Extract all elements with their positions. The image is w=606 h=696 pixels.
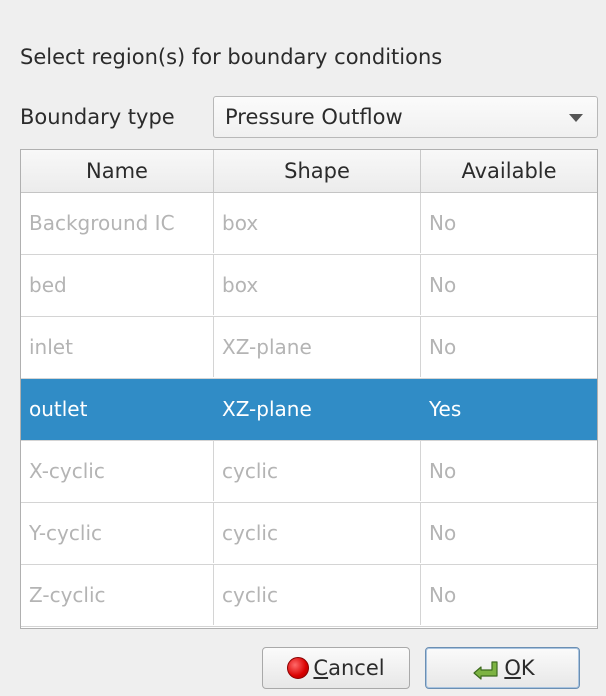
column-header-available[interactable]: Available xyxy=(421,150,597,192)
boundary-type-label: Boundary type xyxy=(20,105,175,129)
chevron-down-icon xyxy=(569,114,583,122)
cell-shape: cyclic xyxy=(214,565,421,625)
cell-name: Z-cyclic xyxy=(21,565,214,625)
cell-shape: XZ-plane xyxy=(214,317,421,377)
cell-available: No xyxy=(429,521,457,545)
table-row[interactable]: bed box No xyxy=(21,255,597,317)
cell-shape: cyclic xyxy=(214,441,421,501)
cell-shape: box xyxy=(214,193,421,253)
cell-name: Y-cyclic xyxy=(21,503,214,563)
cell-shape: XZ-plane xyxy=(214,379,421,439)
stop-circle-icon xyxy=(287,657,310,679)
table-row[interactable]: inlet XZ-plane No xyxy=(21,317,597,379)
cancel-label: Cancel xyxy=(313,656,385,680)
cell-shape: box xyxy=(214,255,421,315)
ok-button[interactable]: OK xyxy=(425,647,580,689)
cell-available: No xyxy=(429,273,457,297)
cell-available: No xyxy=(429,211,457,235)
column-header-name[interactable]: Name xyxy=(21,150,214,192)
cell-available: No xyxy=(429,583,457,607)
cell-name: Background IC xyxy=(21,193,214,253)
cell-available: Yes xyxy=(429,397,462,421)
table-row[interactable]: X-cyclic cyclic No xyxy=(21,441,597,503)
cell-shape: cyclic xyxy=(214,503,421,563)
boundary-type-value: Pressure Outflow xyxy=(225,105,403,129)
table-row[interactable]: Z-cyclic cyclic No xyxy=(21,565,597,627)
boundary-type-dropdown[interactable]: Pressure Outflow xyxy=(213,96,598,138)
ok-label: OK xyxy=(504,656,535,680)
table-row[interactable]: Background IC box No xyxy=(21,193,597,255)
table-row-selected[interactable]: outlet XZ-plane Yes xyxy=(21,379,597,441)
column-header-shape[interactable]: Shape xyxy=(214,150,421,192)
cell-name: outlet xyxy=(21,379,214,439)
regions-table[interactable]: Name Shape Available Background IC box N… xyxy=(20,149,598,629)
cell-available: No xyxy=(429,335,457,359)
table-row[interactable]: Y-cyclic cyclic No xyxy=(21,503,597,565)
table-header: Name Shape Available xyxy=(21,150,597,193)
cell-name: bed xyxy=(21,255,214,315)
cell-name: X-cyclic xyxy=(21,441,214,501)
dialog-title: Select region(s) for boundary conditions xyxy=(20,45,443,69)
check-arrow-icon xyxy=(470,656,500,680)
cancel-button[interactable]: Cancel xyxy=(262,647,410,689)
cell-available: No xyxy=(429,459,457,483)
cell-name: inlet xyxy=(21,317,214,377)
